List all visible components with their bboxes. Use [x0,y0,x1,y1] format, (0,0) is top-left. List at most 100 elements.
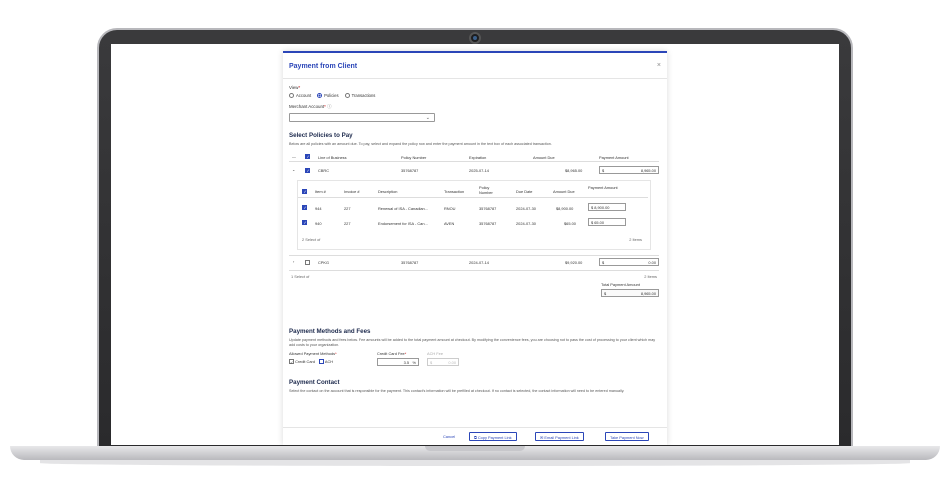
transactions-subtable: Item # Invoice # Description Transaction… [297,180,651,251]
sub-col-payment: Payment Amount [588,185,618,191]
laptop-stage: Payment from Client × View* Account Poli… [0,0,950,500]
selected-text: 1 Select of [291,274,310,280]
total-amount: $8,965.00 [601,289,659,298]
row-checkbox[interactable] [305,167,310,173]
take-payment-button[interactable]: Take Payment Now [605,432,649,441]
table-row[interactable]: 944 227 Renewal of ISA - Canadian... RNO… [298,202,648,213]
radio-policies[interactable]: Policies [317,93,339,99]
radio-account[interactable]: Account [289,93,311,99]
laptop-screen: Payment from Client × View* Account Poli… [111,44,839,445]
payment-input[interactable]: $8,965.00 [599,166,659,175]
laptop-shadow [40,460,910,466]
laptop-notch [425,446,525,451]
row-policy: 35768787 [401,260,419,266]
cancel-button[interactable]: Cancel [443,434,455,439]
ach-option[interactable]: ACH [319,359,333,365]
total-label: Total Payment Amount [601,282,640,288]
sub-amount-due: $8,900.00 [556,205,574,211]
chevron-down-icon: ⌄ [425,115,430,122]
sub-policy: 35768787 [479,220,497,226]
modal-footer: Cancel ⧉ Copy Payment Link ✉ Email Payme… [283,427,667,445]
select-all-checkbox[interactable] [305,154,310,160]
sub-description: Endorsement for ISA - Can... [378,220,428,226]
close-icon[interactable]: × [657,62,661,69]
allowed-methods-label: Allowed Payment Methods* [289,351,337,356]
sub-payment-input[interactable]: $ 8,900.00 [588,203,626,212]
sub-invoice: 227 [344,205,351,211]
chevron-down-icon[interactable]: ⌄ [292,167,295,172]
sub-due: 2024-07-30 [516,220,536,226]
row-expiration: 2025-07-14 [469,168,489,174]
sub-row-checkbox[interactable] [302,220,307,226]
sub-row-checkbox[interactable] [302,205,307,211]
col-payment: Payment Amount [599,154,629,160]
col-expiration: Expiration [469,154,487,160]
total-payment: Total Payment Amount $8,965.00 [289,282,659,302]
sub-transaction: AVEN [444,220,455,226]
sub-items-text: 2 Items [629,237,642,243]
contact-heading: Payment Contact [289,379,340,386]
sub-col-description: Description [378,189,398,195]
row-checkbox[interactable] [305,259,310,265]
sub-amount-due: $65.00 [564,220,576,226]
policies-desc: Below are all policies with an amount du… [289,142,552,147]
subtable-footer: 2 Select of 2 Items [298,234,648,244]
sub-select-all-checkbox[interactable] [302,189,307,195]
row-amount-due: $8,965.00 [565,168,583,174]
row-policy: 35768787 [401,168,419,174]
chevron-right-icon[interactable]: › [293,259,294,264]
col-lob: Line of Business [318,154,347,160]
methods-desc: Update payment methods and fees below. F… [289,338,656,347]
methods-section: Payment Methods and Fees Update payment … [289,328,659,394]
ach-fee-label: ACH Fee [427,351,443,356]
row-lob: CPKG [318,260,330,266]
sub-col-item: Item # [315,189,326,195]
ach-fee-input: $0.00 [427,358,459,366]
row-amount-due: $9,920.00 [565,260,583,266]
table-footer: 1 Select of 2 Items [289,270,659,280]
camera-icon [469,32,481,44]
sub-description: Renewal of ISA - Canadian... [378,205,428,211]
copy-icon: ⧉ [474,434,477,440]
modal-title: Payment from Client [289,63,358,70]
sub-invoice: 227 [344,220,351,226]
row-lob: CBRC [318,168,330,174]
col-amount-due: Amount Due [533,154,555,160]
cc-fee-input[interactable]: 3.5% [377,358,419,366]
mail-icon: ✉ [540,434,544,440]
methods-heading: Payment Methods and Fees [289,328,371,335]
payment-modal: Payment from Client × View* Account Poli… [283,51,667,445]
items-text: 2 Items [644,274,657,280]
methods-fields: Allowed Payment Methods* ✓ Credit Card A… [289,351,659,375]
modal-divider [283,78,667,79]
merchant-select[interactable]: ⌄ [289,113,435,123]
table-row[interactable]: 940 227 Endorsement for ISA - Can... AVE… [298,217,648,228]
sub-due: 2024-07-30 [516,205,536,211]
radio-transactions[interactable]: Transactions [344,93,375,99]
email-link-button[interactable]: ✉ Email Payment Link [535,432,584,441]
sub-selected-text: 2 Select of [302,237,321,243]
copy-link-button[interactable]: ⧉ Copy Payment Link [469,432,517,441]
table-row[interactable]: ⌄ CBRC 35768787 2025-07-14 $8,965.00 $8,… [289,164,659,176]
view-radio-group: Account Policies Transactions [289,93,659,99]
subtable-header: Item # Invoice # Description Transaction… [298,184,648,199]
sub-col-policy: Policy Number [479,185,493,196]
row-expiration: 2024-07-14 [469,260,489,266]
table-header: — Line of Business Policy Number Expirat… [289,152,659,163]
sub-col-amount-due: Amount Due [553,189,575,195]
merchant-label: Merchant Account* ⓘ [289,104,332,110]
sub-policy: 35768787 [479,205,497,211]
sub-transaction: RNOU [444,205,456,211]
sub-col-invoice: Invoice # [344,189,360,195]
policies-heading: Select Policies to Pay [289,132,353,140]
sub-payment-input[interactable]: $ 65.00 [588,218,626,227]
sub-col-transaction: Transaction [444,189,465,195]
table-row[interactable]: › CPKG 35768787 2024-07-14 $9,920.00 $0.… [289,255,659,267]
collapse-all-icon[interactable]: — [292,154,296,159]
col-policy: Policy Number [401,154,427,160]
contact-desc: Select the contact on the account that i… [289,389,625,393]
payment-input[interactable]: $0.00 [599,258,659,267]
sub-col-due: Due Date [516,189,533,195]
cc-fee-label: Credit Card Fee* [377,351,407,356]
credit-card-option[interactable]: ✓ Credit Card [289,359,315,365]
